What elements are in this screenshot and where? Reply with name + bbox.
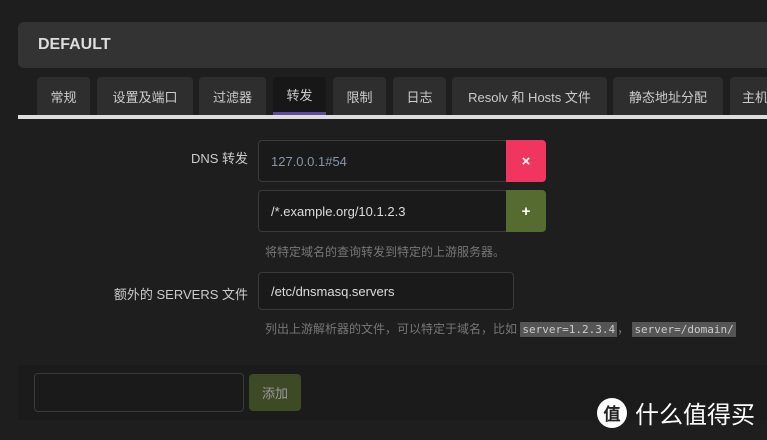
tab-filter[interactable]: 过滤器 (199, 77, 266, 115)
hint-separator: ， (617, 322, 630, 336)
tab-hosts[interactable]: 主机 (730, 77, 767, 115)
remove-button[interactable]: × (506, 140, 546, 182)
code-example-2: server=/domain/ (632, 322, 736, 337)
add-entry-button[interactable]: + (506, 190, 546, 232)
watermark: 值 什么值得买 (597, 395, 755, 430)
section-header: DEFAULT (18, 22, 767, 68)
section-title: DEFAULT (38, 36, 111, 53)
code-example-1: server=1.2.3.4 (520, 322, 618, 337)
tab-divider (18, 115, 767, 119)
tab-static-leases[interactable]: 静态地址分配 (613, 77, 723, 115)
tab-general[interactable]: 常规 (37, 77, 90, 115)
tab-resolv-hosts[interactable]: Resolv 和 Hosts 文件 (452, 77, 607, 115)
add-section-button[interactable]: 添加 (249, 374, 301, 411)
servers-file-input[interactable]: /etc/dnsmasq.servers (258, 272, 514, 310)
dns-forward-hint: 将特定域名的查询转发到特定的上游服务器。 (265, 245, 506, 259)
new-section-input[interactable] (34, 373, 244, 412)
tab-forward[interactable]: 转发 (273, 77, 326, 115)
dns-forward-input-1[interactable]: 127.0.0.1#54 (258, 140, 508, 182)
hint-text: 列出上游解析器的文件，可以特定于域名，比如 (265, 322, 518, 336)
dns-forward-input-2[interactable]: /*.example.org/10.1.2.3 (258, 190, 508, 232)
watermark-logo-icon: 值 (597, 397, 627, 428)
tab-limits[interactable]: 限制 (333, 77, 386, 115)
tab-settings-ports[interactable]: 设置及端口 (97, 77, 193, 115)
servers-file-label: 额外的 SERVERS 文件 (113, 287, 248, 302)
watermark-text: 什么值得买 (635, 402, 755, 429)
servers-file-hint: 列出上游解析器的文件，可以特定于域名，比如 server=1.2.3.4， se… (265, 320, 736, 337)
dns-forward-label: DNS 转发 (190, 151, 248, 166)
tab-log[interactable]: 日志 (393, 77, 446, 115)
